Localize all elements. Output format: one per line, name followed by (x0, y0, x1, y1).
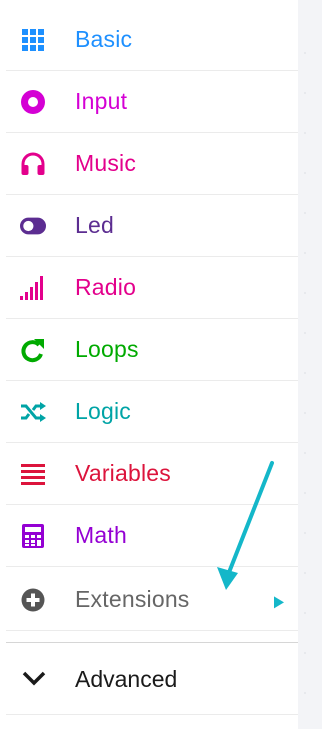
category-label-math: Math (75, 521, 127, 548)
category-music[interactable]: Music (6, 133, 298, 195)
category-variables[interactable]: Variables (6, 443, 298, 505)
category-label-led: Led (75, 211, 114, 238)
category-input[interactable]: Input (6, 71, 298, 133)
category-label-extensions: Extensions (75, 585, 190, 612)
caret-right-icon (274, 595, 284, 608)
input-circle-icon (20, 89, 46, 115)
category-basic[interactable]: Basic (6, 9, 298, 71)
category-label-loops: Loops (75, 335, 139, 362)
category-math[interactable]: Math (6, 505, 298, 567)
calculator-icon (20, 523, 46, 549)
headphones-icon (20, 151, 46, 177)
toolbox-divider (6, 642, 298, 643)
loop-arrow-icon (20, 337, 46, 363)
category-label-music: Music (75, 149, 137, 176)
chevron-down-icon (22, 666, 46, 690)
toolbox-category-list: Basic Input Music Led Radio Loops Logic … (0, 0, 298, 729)
category-label-input: Input (75, 87, 128, 114)
category-loops[interactable]: Loops (6, 319, 298, 381)
category-extensions[interactable]: Extensions (6, 569, 298, 631)
signal-bars-icon (20, 275, 46, 301)
grid-icon (20, 27, 46, 53)
list-lines-icon (20, 461, 46, 487)
category-label-variables: Variables (75, 459, 171, 486)
category-label-radio: Radio (75, 273, 137, 300)
category-label-basic: Basic (75, 25, 133, 52)
workspace-canvas-edge[interactable] (298, 0, 322, 729)
category-label-advanced: Advanced (75, 666, 178, 692)
category-led[interactable]: Led (6, 195, 298, 257)
toggle-icon (20, 213, 46, 239)
category-label-logic: Logic (75, 397, 131, 424)
shuffle-icon (20, 399, 46, 425)
category-radio[interactable]: Radio (6, 257, 298, 319)
category-advanced[interactable]: Advanced (6, 644, 298, 715)
plus-circle-icon (20, 587, 46, 613)
category-logic[interactable]: Logic (6, 381, 298, 443)
